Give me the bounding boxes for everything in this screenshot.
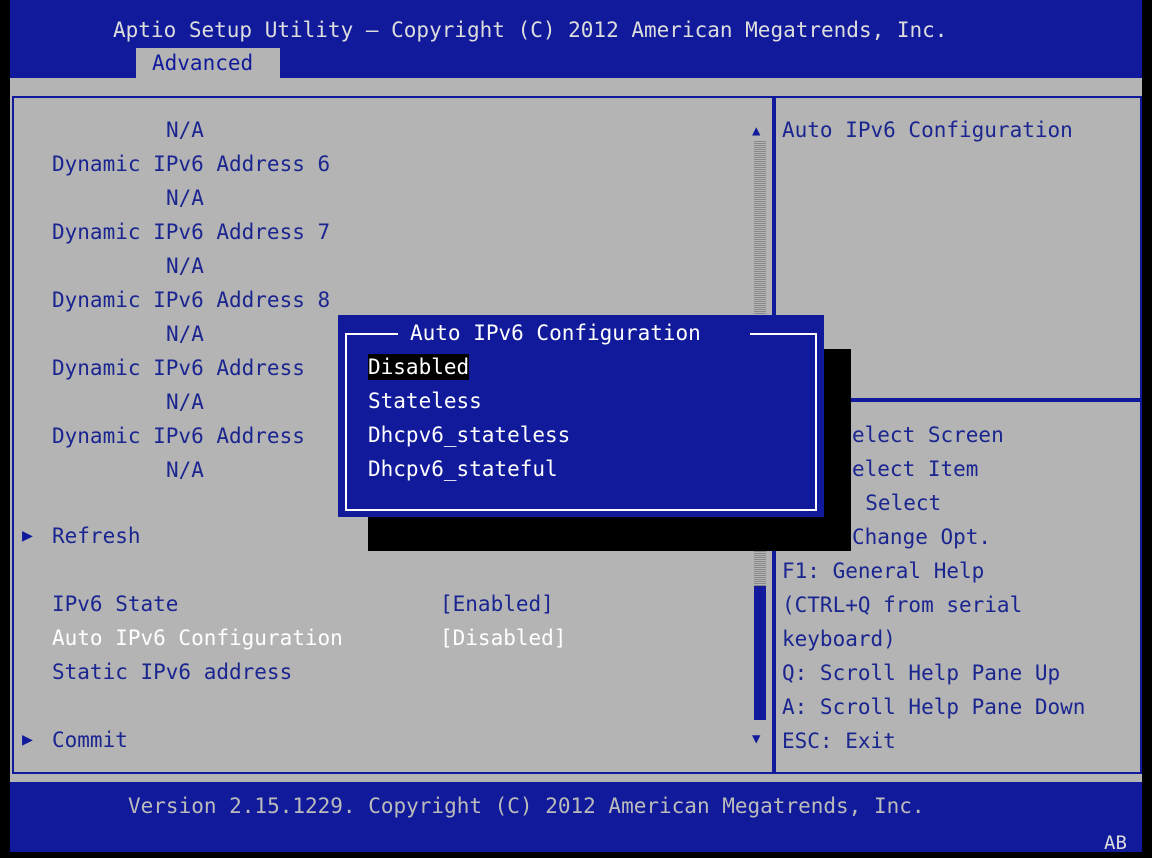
commit-arrow-icon: ▶: [22, 729, 33, 750]
footer-badge: AB: [1104, 832, 1127, 854]
value-na: N/A: [166, 118, 204, 142]
help-key-enter-select: : Select: [840, 491, 942, 515]
auto-ipv6-config-value[interactable]: [Disabled]: [440, 625, 566, 651]
value-na: N/A: [166, 390, 204, 414]
label-dynamic-ipv6-8: Dynamic IPv6 Address 8: [52, 288, 331, 312]
scroll-up-icon[interactable]: ▲: [752, 118, 760, 144]
scrollbar-thumb[interactable]: [754, 586, 766, 720]
version-text: Version 2.15.1229. Copyright (C) 2012 Am…: [128, 794, 925, 818]
help-key-change-opt: Change Opt.: [852, 525, 992, 549]
label-dynamic-ipv6-6: Dynamic IPv6 Address 6: [52, 152, 331, 176]
help-key-f1: F1: General Help: [782, 559, 985, 583]
refresh-arrow-icon: ▶: [22, 525, 33, 546]
help-key-select-screen: elect Screen: [852, 423, 1004, 447]
help-key-esc: ESC: Exit: [782, 729, 896, 753]
help-key-q: Q: Scroll Help Pane Up: [782, 661, 1061, 685]
option-dhcpv6-stateless[interactable]: Dhcpv6_stateless: [368, 422, 570, 448]
option-stateless[interactable]: Stateless: [368, 388, 482, 414]
value-na: N/A: [166, 322, 204, 346]
help-key-select-item: elect Item: [852, 457, 979, 481]
static-ipv6-address[interactable]: Static IPv6 address: [52, 659, 292, 685]
refresh-item[interactable]: Refresh: [52, 523, 141, 549]
tab-advanced-label: Advanced: [152, 51, 254, 75]
auto-ipv6-config-label[interactable]: Auto IPv6 Configuration: [52, 625, 343, 651]
popup-shadow-bottom: [368, 517, 851, 551]
value-na: N/A: [166, 254, 204, 278]
popup-title: Auto IPv6 Configuration: [410, 321, 701, 345]
help-key-ctrl-q: (CTRL+Q from serial: [782, 593, 1023, 617]
option-dhcpv6-stateful[interactable]: Dhcpv6_stateful: [368, 456, 558, 482]
ipv6-state-label[interactable]: IPv6 State: [52, 591, 178, 617]
scroll-down-icon[interactable]: ▼: [752, 726, 760, 752]
value-na: N/A: [166, 458, 204, 482]
label-dynamic-ipv6-10: Dynamic IPv6 Address: [52, 424, 305, 448]
help-key-keyboard: keyboard): [782, 627, 896, 651]
commit-item[interactable]: Commit: [52, 727, 128, 753]
label-dynamic-ipv6-9: Dynamic IPv6 Address: [52, 356, 305, 380]
value-na: N/A: [166, 186, 204, 210]
app-title: Aptio Setup Utility – Copyright (C) 2012…: [113, 18, 948, 42]
label-dynamic-ipv6-7: Dynamic IPv6 Address 7: [52, 220, 331, 244]
ipv6-state-value[interactable]: [Enabled]: [440, 591, 554, 617]
option-disabled[interactable]: Disabled: [368, 354, 470, 380]
help-description: Auto IPv6 Configuration: [782, 118, 1073, 142]
help-key-a: A: Scroll Help Pane Down: [782, 695, 1086, 719]
